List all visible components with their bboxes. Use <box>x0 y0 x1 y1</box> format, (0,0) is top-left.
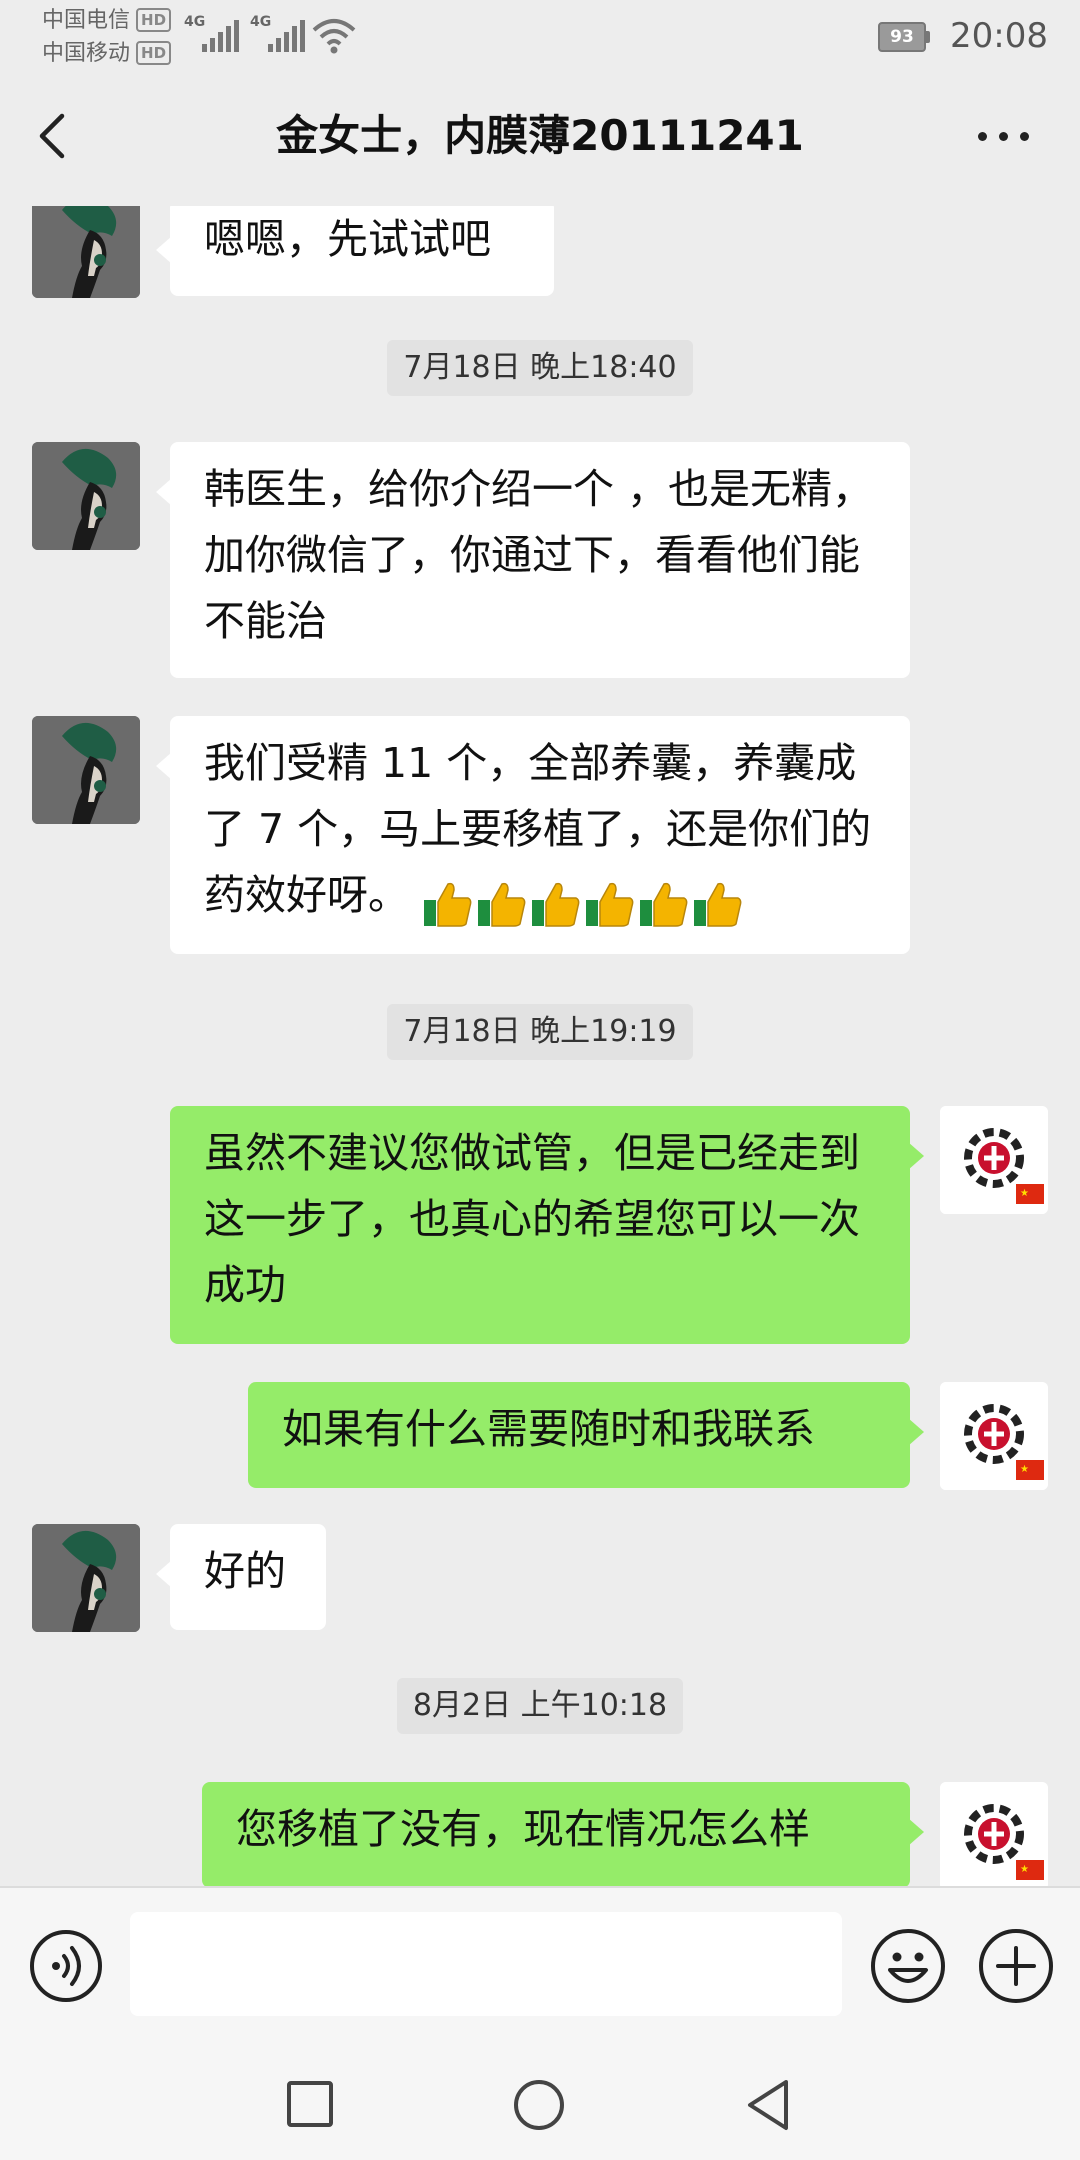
message-bubble-sent[interactable]: 您移植了没有，现在情况怎么样 <box>202 1782 924 1886</box>
contact-avatar[interactable] <box>32 716 140 824</box>
message-text: 如果有什么需要随时和我联系 <box>282 1405 815 1453</box>
clinic-logo-icon: ★ <box>940 1382 1048 1490</box>
carrier-1: 中国电信 HD <box>42 8 172 34</box>
woman-profile-icon <box>32 442 140 550</box>
carrier-2: 中国移动 HD <box>42 41 172 67</box>
chat-title: 金女士，内膜薄20111241 <box>276 111 804 160</box>
chat-header: 金女士，内膜薄20111241 <box>0 66 1080 206</box>
thumbs-up-icon <box>694 882 742 927</box>
message-bubble-received[interactable]: 好的 <box>156 1524 326 1630</box>
voice-icon[interactable] <box>28 1928 104 2004</box>
system-nav-bar <box>0 2036 1080 2160</box>
battery-level: 93 <box>878 22 926 52</box>
signal-bars-icon <box>202 20 242 52</box>
back-triangle-icon[interactable] <box>744 2078 792 2132</box>
message-bubble-received[interactable]: 我们受精 11 个，全部养囊，养囊成了 7 个，马上要移植了，还是你们的药效好呀… <box>156 716 910 954</box>
timestamp-divider: 7月18日 晚上18:40 <box>0 340 1080 396</box>
timestamp: 7月18日 晚上19:19 <box>387 1004 693 1060</box>
hd-badge: HD <box>136 41 172 65</box>
contact-avatar[interactable] <box>32 206 140 298</box>
message-text: 嗯嗯，先试试吧 <box>204 215 491 263</box>
timestamp: 7月18日 晚上18:40 <box>387 340 693 396</box>
hd-badge: HD <box>136 8 172 32</box>
message-text: 虽然不建议您做试管，但是已经走到这一步了，也真心的希望您可以一次成功 <box>204 1129 860 1309</box>
my-avatar[interactable]: ★ <box>940 1382 1048 1490</box>
emoji-icon[interactable] <box>868 1926 948 2006</box>
chevron-left-icon[interactable] <box>32 110 72 162</box>
plus-icon[interactable] <box>976 1926 1056 2006</box>
battery-tip <box>926 31 930 43</box>
timestamp-divider: 7月18日 晚上19:19 <box>0 1004 1080 1060</box>
signal-1: 4G <box>184 14 248 54</box>
woman-profile-icon <box>32 716 140 824</box>
my-avatar[interactable]: ★ <box>940 1782 1048 1886</box>
status-bar: 中国电信 HD 中国移动 HD 4G 4G 93 20:08 <box>0 0 1080 66</box>
signal-2: 4G <box>250 14 314 54</box>
home-icon[interactable] <box>512 2078 566 2132</box>
contact-avatar[interactable] <box>32 1524 140 1632</box>
message-bubble-sent[interactable]: 如果有什么需要随时和我联系 <box>248 1382 924 1488</box>
svg-text:★: ★ <box>1020 1188 1029 1199</box>
clinic-logo-icon: ★ <box>940 1106 1048 1214</box>
chat-messages: 嗯嗯，先试试吧 7月18日 晚上18:40 韩医生，给你介绍一个 ，也是无精，加… <box>0 206 1080 1886</box>
woman-profile-icon <box>32 206 140 298</box>
wifi-icon <box>312 19 356 54</box>
timestamp: 8月2日 上午10:18 <box>396 1678 684 1734</box>
signal-bars-icon <box>268 20 308 52</box>
more-icon[interactable] <box>974 128 1034 144</box>
my-avatar[interactable]: ★ <box>940 1106 1048 1214</box>
message-text: 韩医生，给你介绍一个 ，也是无精，加你微信了，你通过下，看看他们能不能治 <box>204 465 874 645</box>
woman-profile-icon <box>32 1524 140 1632</box>
thumbs-up-emoji-row <box>422 868 746 934</box>
timestamp-divider: 8月2日 上午10:18 <box>0 1678 1080 1734</box>
input-bar <box>0 1886 1080 2036</box>
svg-text:★: ★ <box>1020 1464 1029 1475</box>
carrier-2-name: 中国移动 <box>42 41 131 66</box>
message-input[interactable] <box>130 1912 842 2016</box>
thumbs-up-icon <box>532 882 580 927</box>
thumbs-up-icon <box>640 882 688 927</box>
carrier-1-name: 中国电信 <box>42 8 131 33</box>
message-bubble-received[interactable]: 韩医生，给你介绍一个 ，也是无精，加你微信了，你通过下，看看他们能不能治 <box>156 442 910 678</box>
svg-text:★: ★ <box>1020 1864 1029 1875</box>
thumbs-up-icon <box>586 882 634 927</box>
message-bubble-received[interactable]: 嗯嗯，先试试吧 <box>156 206 554 296</box>
contact-avatar[interactable] <box>32 442 140 550</box>
clinic-logo-icon: ★ <box>940 1782 1048 1886</box>
status-time: 20:08 <box>950 16 1048 56</box>
message-bubble-sent[interactable]: 虽然不建议您做试管，但是已经走到这一步了，也真心的希望您可以一次成功 <box>170 1106 924 1344</box>
thumbs-up-icon <box>478 882 526 927</box>
battery-indicator: 93 <box>878 22 930 52</box>
thumbs-up-icon <box>424 882 472 927</box>
message-text: 好的 <box>204 1547 286 1595</box>
message-text: 您移植了没有，现在情况怎么样 <box>236 1805 810 1853</box>
recent-apps-icon[interactable] <box>286 2080 334 2128</box>
